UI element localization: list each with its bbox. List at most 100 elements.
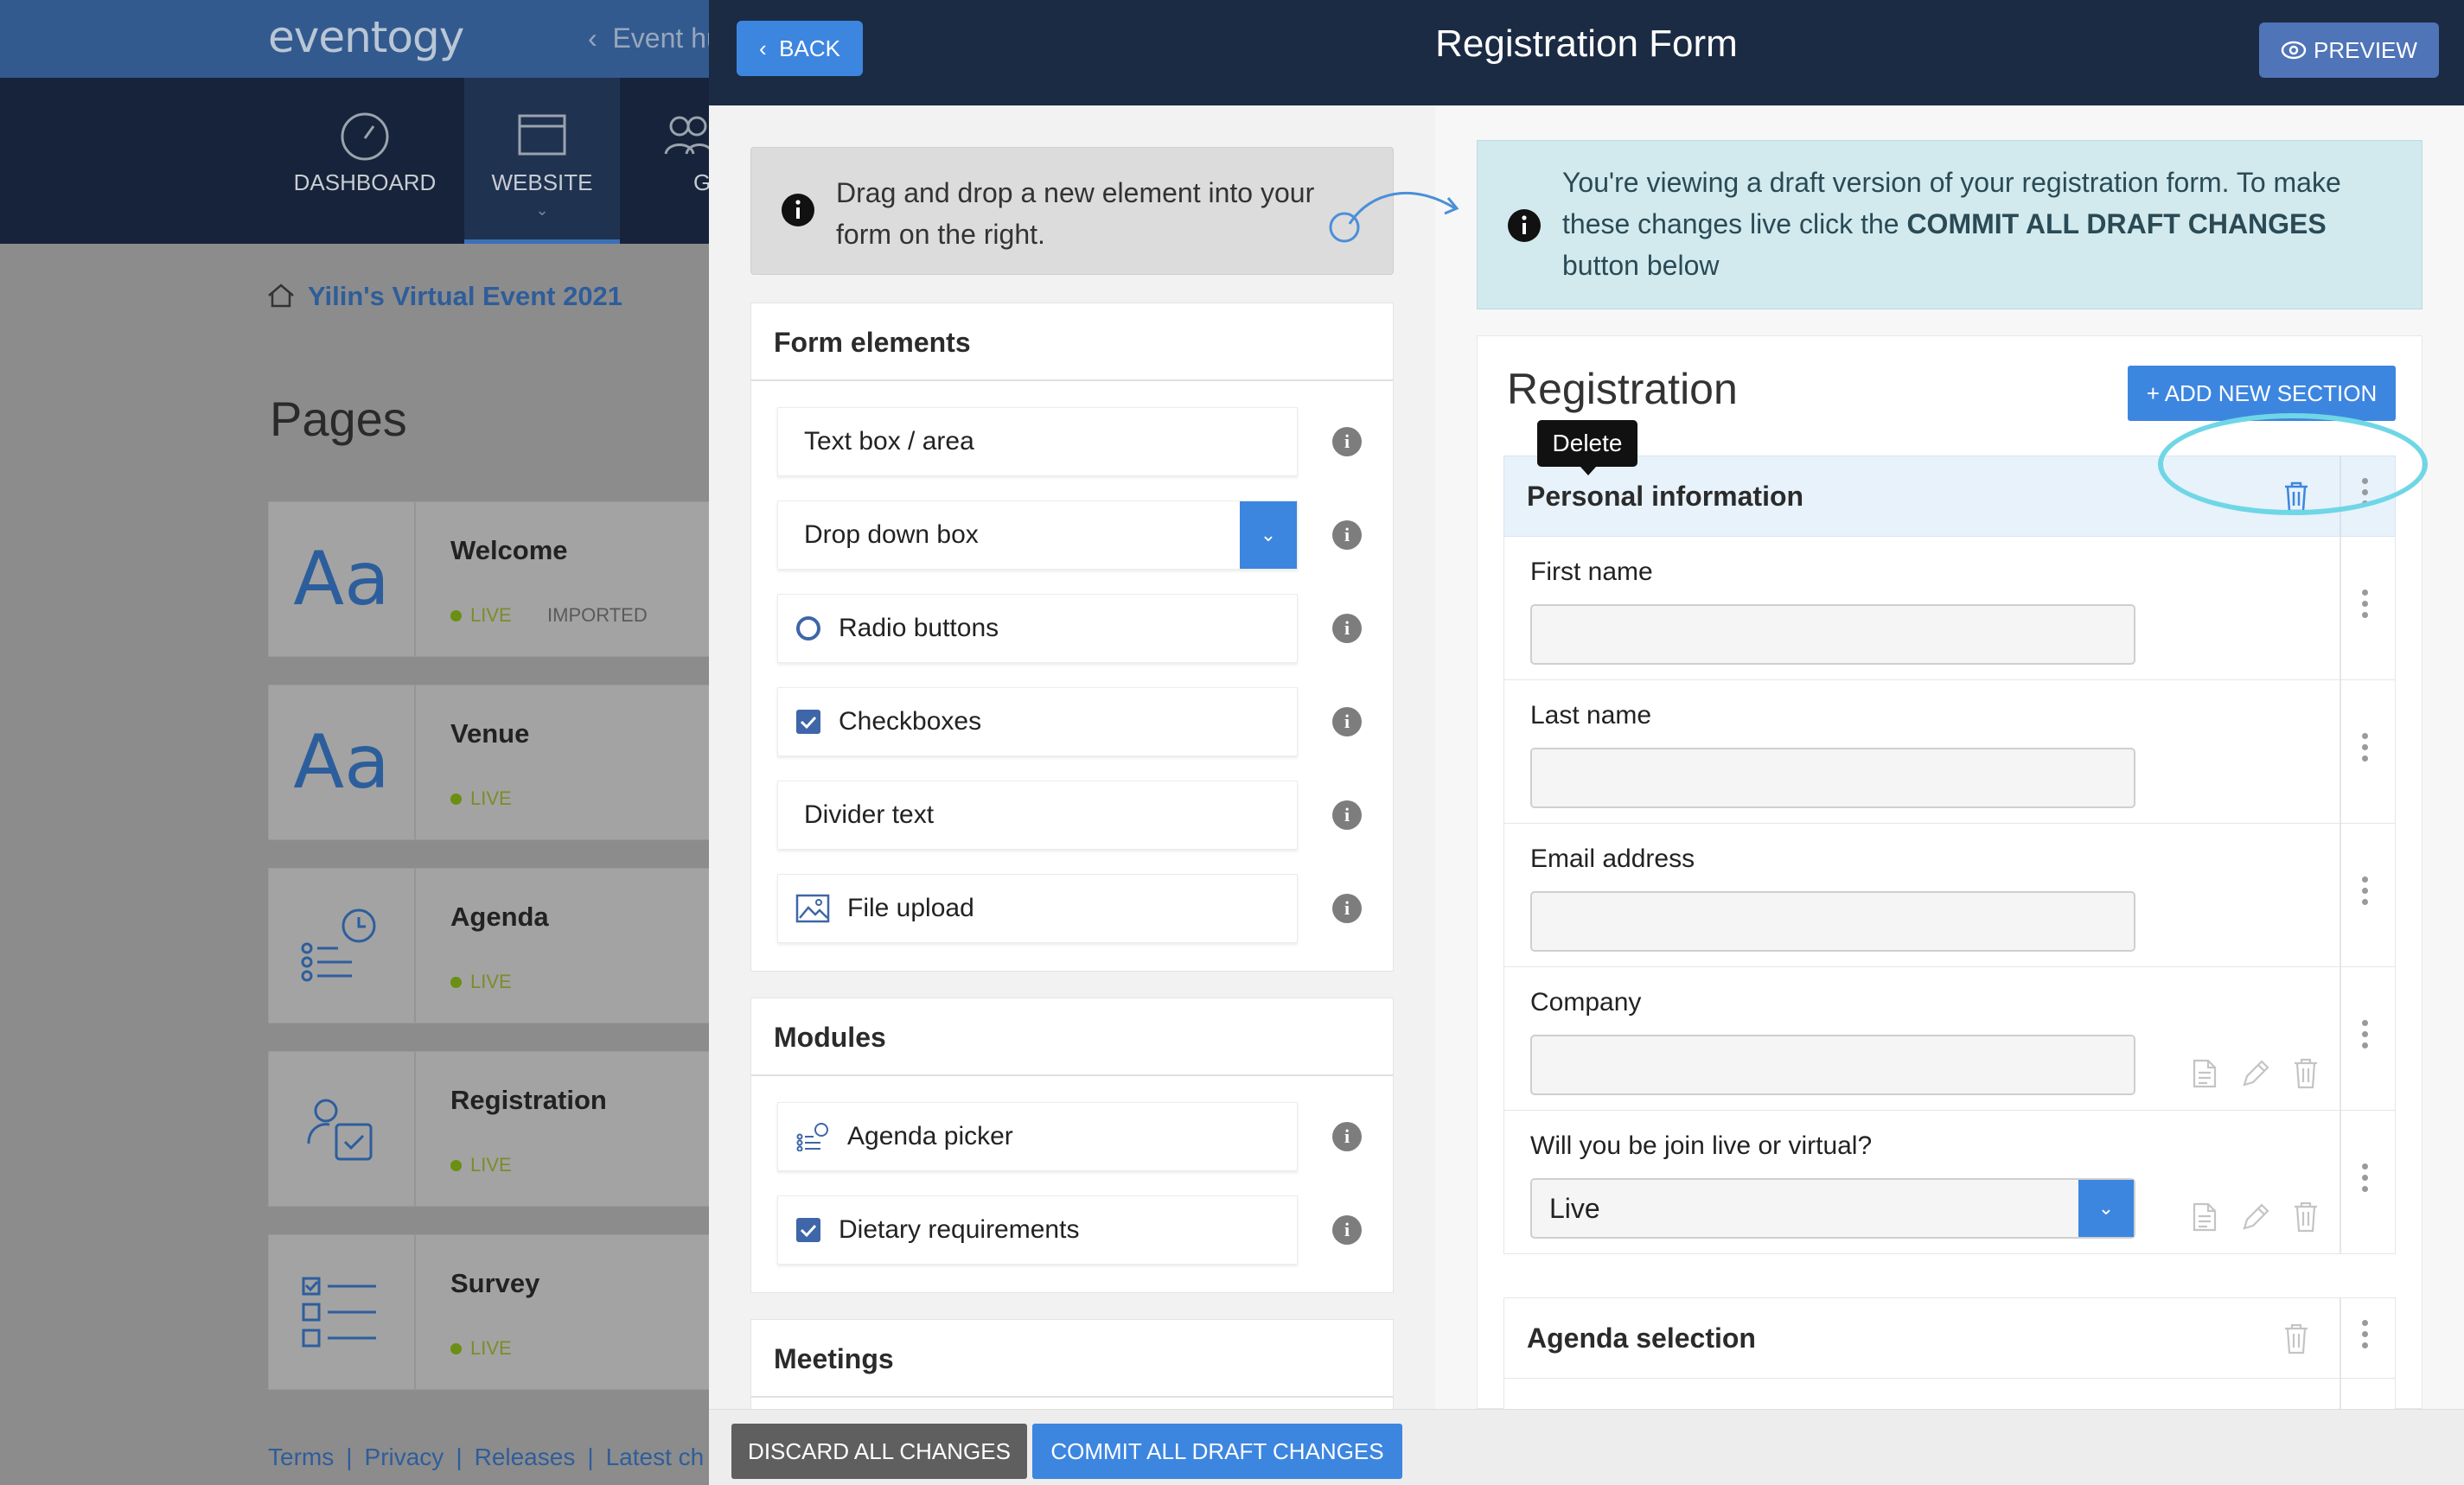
element-drop-down[interactable]: Drop down box ⌄ <box>777 500 1298 570</box>
modal-title: Registration Form <box>1435 22 1738 65</box>
element-label: Agenda picker <box>847 1122 1013 1150</box>
chevron-down-icon: ⌄ <box>1240 501 1297 569</box>
company-input[interactable] <box>1530 1035 2135 1095</box>
section-header-agenda-selection[interactable]: Agenda selection <box>1503 1297 2396 1379</box>
element-file-upload[interactable]: File upload <box>777 874 1298 943</box>
guests-icon <box>664 116 709 155</box>
element-label: Radio buttons <box>839 614 999 642</box>
agenda-icon <box>269 869 416 1023</box>
info-icon[interactable]: i <box>1332 427 1362 456</box>
first-name-input[interactable] <box>1530 604 2135 665</box>
page-card-agenda[interactable]: Agenda LIVE <box>268 868 718 1023</box>
field-label: Email address <box>1530 844 1695 873</box>
copy-icon[interactable] <box>2189 1057 2220 1090</box>
footer-releases[interactable]: Releases <box>475 1444 576 1470</box>
meetings-title: Meetings <box>751 1320 1393 1398</box>
commit-all-draft-changes-button[interactable]: COMMIT ALL DRAFT CHANGES <box>1032 1424 1402 1479</box>
footer-links: Terms | Privacy | Releases | Latest ch <box>268 1444 716 1471</box>
field-label: Company <box>1530 988 1642 1017</box>
page-title: Agenda <box>450 902 549 932</box>
field-label: First name <box>1530 558 1653 586</box>
info-icon[interactable]: i <box>1332 1215 1362 1245</box>
trash-icon[interactable] <box>2291 1057 2320 1090</box>
page-card-venue[interactable]: Aa Venue LIVE <box>268 685 718 840</box>
kebab-menu-icon[interactable] <box>2360 874 2369 908</box>
nav-dashboard[interactable]: DASHBOARD <box>287 78 443 244</box>
kebab-menu-icon[interactable] <box>2360 587 2369 621</box>
page-title: Venue <box>450 718 530 749</box>
chevron-down-icon: ⌄ <box>535 201 549 219</box>
module-dietary-requirements[interactable]: Dietary requirements <box>777 1195 1298 1265</box>
survey-icon <box>269 1235 416 1389</box>
page-card-registration[interactable]: Registration LIVE <box>268 1051 718 1207</box>
drag-tip-text: Drag and drop a new element into your fo… <box>836 177 1315 250</box>
breadcrumb-event: Yilin's Virtual Event 2021 <box>308 281 623 311</box>
nav-website[interactable]: WEBSITE ⌄ <box>464 78 620 244</box>
checkbox-icon <box>795 1217 821 1243</box>
form-elements-title: Form elements <box>751 303 1393 381</box>
delete-tooltip: Delete <box>1537 420 1637 475</box>
module-agenda-picker[interactable]: Agenda picker <box>777 1102 1298 1171</box>
kebab-menu-icon[interactable] <box>2360 1161 2369 1195</box>
footer-latest[interactable]: Latest ch <box>606 1444 705 1470</box>
element-checkboxes[interactable]: Checkboxes <box>777 687 1298 756</box>
info-icon[interactable]: i <box>1332 707 1362 736</box>
eventogy-logo: eventogy <box>268 12 464 62</box>
status-badge: LIVE <box>450 787 512 810</box>
preview-label: PREVIEW <box>2314 36 2417 63</box>
add-new-section-button[interactable]: + ADD NEW SECTION <box>2128 366 2396 421</box>
trash-icon[interactable] <box>2291 1201 2320 1233</box>
kebab-menu-icon[interactable] <box>2360 730 2369 764</box>
element-label: Dietary requirements <box>839 1215 1080 1244</box>
info-icon[interactable]: i <box>1332 1122 1362 1151</box>
info-icon[interactable]: i <box>1332 800 1362 830</box>
field-company: Company <box>1503 967 2396 1111</box>
pencil-icon[interactable] <box>2239 1057 2272 1090</box>
registration-form-modal: ‹ BACK Registration Form PREVIEW Drag an… <box>709 0 2464 1485</box>
page-card-welcome[interactable]: Aa Welcome LIVE IMPORTED <box>268 501 718 657</box>
modules-title: Modules <box>751 998 1393 1076</box>
element-text-box[interactable]: Text box / area <box>777 407 1298 476</box>
field-last-name: Last name <box>1503 680 2396 824</box>
breadcrumb[interactable]: Yilin's Virtual Event 2021 <box>266 281 622 312</box>
element-label: Drop down box <box>804 520 979 549</box>
discard-all-changes-button[interactable]: DISCARD ALL CHANGES <box>731 1424 1027 1479</box>
field-live-or-virtual: Will you be join live or virtual? Live ⌄ <box>1503 1111 2396 1254</box>
footer-privacy[interactable]: Privacy <box>365 1444 444 1470</box>
footer-sep: | <box>346 1444 353 1470</box>
info-icon[interactable]: i <box>1332 614 1362 643</box>
nav-guests[interactable]: GUESTS <box>622 78 709 244</box>
field-email: Email address <box>1503 824 2396 967</box>
field-label: Will you be join live or virtual? <box>1530 1131 1873 1160</box>
info-icon[interactable]: i <box>1332 520 1362 550</box>
draft-notice-text: You're viewing a draft version of your r… <box>1562 167 2341 281</box>
copy-icon[interactable] <box>2189 1201 2220 1233</box>
status-badge: LIVE <box>450 1337 512 1360</box>
last-name-input[interactable] <box>1530 748 2135 808</box>
page-title: Survey <box>450 1268 540 1298</box>
kebab-menu-icon[interactable] <box>2360 1017 2369 1051</box>
main-nav: DASHBOARD WEBSITE ⌄ GUESTS <box>0 78 709 244</box>
nav-guests-label: GUESTS <box>693 169 709 195</box>
preview-button[interactable]: PREVIEW <box>2259 22 2439 78</box>
email-input[interactable] <box>1530 891 2135 952</box>
footer-terms[interactable]: Terms <box>268 1444 334 1470</box>
element-radio-buttons[interactable]: Radio buttons <box>777 594 1298 663</box>
agenda-icon <box>795 1122 830 1151</box>
radio-icon <box>795 615 821 641</box>
draft-notice: You're viewing a draft version of your r… <box>1477 140 2423 309</box>
nav-dashboard-label: DASHBOARD <box>293 169 437 195</box>
kebab-menu-icon[interactable] <box>2360 1317 2369 1351</box>
page-title: Registration <box>450 1085 607 1115</box>
info-icon[interactable]: i <box>1332 894 1362 923</box>
page-card-survey[interactable]: Survey LIVE <box>268 1234 718 1390</box>
element-divider-text[interactable]: Divider text <box>777 781 1298 850</box>
pencil-icon[interactable] <box>2239 1201 2272 1233</box>
field-agenda-partial <box>1503 1379 2396 1410</box>
modules-panel: Modules Agenda picker i Dietary requirem… <box>750 997 1394 1293</box>
pages-heading: Pages <box>270 392 407 446</box>
live-or-virtual-select[interactable]: Live ⌄ <box>1530 1178 2135 1239</box>
trash-icon[interactable] <box>2282 1322 2310 1355</box>
info-icon <box>782 194 814 226</box>
drag-tip: Drag and drop a new element into your fo… <box>750 147 1459 275</box>
